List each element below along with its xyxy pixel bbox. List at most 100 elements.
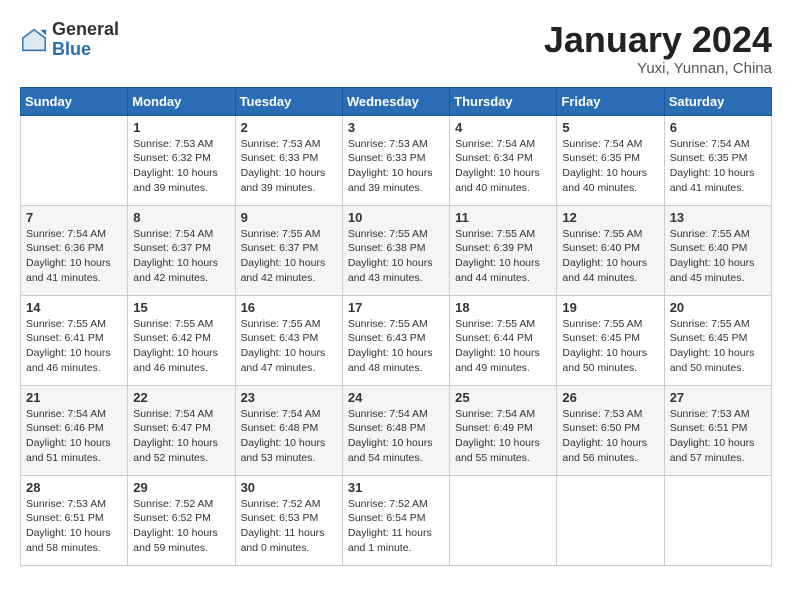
day-info: Sunrise: 7:53 AMSunset: 6:32 PMDaylight:… (133, 137, 229, 196)
day-number: 1 (133, 120, 229, 135)
day-number: 25 (455, 390, 551, 405)
calendar-cell (21, 115, 128, 205)
day-info: Sunrise: 7:53 AMSunset: 6:51 PMDaylight:… (26, 497, 122, 556)
day-info: Sunrise: 7:55 AMSunset: 6:43 PMDaylight:… (241, 317, 337, 376)
day-info: Sunrise: 7:54 AMSunset: 6:34 PMDaylight:… (455, 137, 551, 196)
day-info: Sunrise: 7:54 AMSunset: 6:36 PMDaylight:… (26, 227, 122, 286)
day-number: 14 (26, 300, 122, 315)
day-info: Sunrise: 7:54 AMSunset: 6:49 PMDaylight:… (455, 407, 551, 466)
day-info: Sunrise: 7:54 AMSunset: 6:48 PMDaylight:… (241, 407, 337, 466)
calendar-cell: 3 Sunrise: 7:53 AMSunset: 6:33 PMDaylight… (342, 115, 449, 205)
day-number: 2 (241, 120, 337, 135)
calendar-cell: 27 Sunrise: 7:53 AMSunset: 6:51 PMDayligh… (664, 385, 771, 475)
day-number: 4 (455, 120, 551, 135)
col-header-wednesday: Wednesday (342, 87, 449, 115)
day-number: 22 (133, 390, 229, 405)
calendar-cell: 17 Sunrise: 7:55 AMSunset: 6:43 PMDayligh… (342, 295, 449, 385)
day-info: Sunrise: 7:55 AMSunset: 6:45 PMDaylight:… (562, 317, 658, 376)
day-number: 7 (26, 210, 122, 225)
calendar-cell: 22 Sunrise: 7:54 AMSunset: 6:47 PMDayligh… (128, 385, 235, 475)
calendar-header-row: SundayMondayTuesdayWednesdayThursdayFrid… (21, 87, 772, 115)
day-number: 24 (348, 390, 444, 405)
day-info: Sunrise: 7:54 AMSunset: 6:37 PMDaylight:… (133, 227, 229, 286)
day-number: 26 (562, 390, 658, 405)
calendar-cell: 31 Sunrise: 7:52 AMSunset: 6:54 PMDayligh… (342, 475, 449, 565)
page-header: General Blue January 2024 Yuxi, Yunnan, … (20, 20, 772, 77)
day-number: 3 (348, 120, 444, 135)
calendar-cell: 1 Sunrise: 7:53 AMSunset: 6:32 PMDaylight… (128, 115, 235, 205)
day-number: 10 (348, 210, 444, 225)
calendar-cell: 12 Sunrise: 7:55 AMSunset: 6:40 PMDayligh… (557, 205, 664, 295)
calendar-cell (557, 475, 664, 565)
col-header-sunday: Sunday (21, 87, 128, 115)
calendar-cell: 11Sunrise: 7:55 AMSunset: 6:39 PMDayligh… (450, 205, 557, 295)
day-info: Sunrise: 7:53 AMSunset: 6:33 PMDaylight:… (348, 137, 444, 196)
logo: General Blue (20, 20, 119, 60)
day-number: 27 (670, 390, 766, 405)
day-number: 28 (26, 480, 122, 495)
calendar-cell: 19 Sunrise: 7:55 AMSunset: 6:45 PMDayligh… (557, 295, 664, 385)
day-number: 11 (455, 210, 551, 225)
calendar-week-row: 28 Sunrise: 7:53 AMSunset: 6:51 PMDayligh… (21, 475, 772, 565)
logo-text: General Blue (52, 20, 119, 60)
day-number: 29 (133, 480, 229, 495)
title-block: January 2024 Yuxi, Yunnan, China (544, 20, 772, 77)
calendar-cell: 2Sunrise: 7:53 AMSunset: 6:33 PMDaylight… (235, 115, 342, 205)
day-info: Sunrise: 7:54 AMSunset: 6:35 PMDaylight:… (670, 137, 766, 196)
calendar-cell: 26 Sunrise: 7:53 AMSunset: 6:50 PMDayligh… (557, 385, 664, 475)
calendar-cell: 4 Sunrise: 7:54 AMSunset: 6:34 PMDaylight… (450, 115, 557, 205)
calendar-week-row: 7 Sunrise: 7:54 AMSunset: 6:36 PMDaylight… (21, 205, 772, 295)
calendar-cell: 24Sunrise: 7:54 AMSunset: 6:48 PMDayligh… (342, 385, 449, 475)
logo-blue-text: Blue (52, 40, 119, 60)
logo-general-text: General (52, 20, 119, 40)
day-number: 16 (241, 300, 337, 315)
day-number: 30 (241, 480, 337, 495)
col-header-thursday: Thursday (450, 87, 557, 115)
day-number: 15 (133, 300, 229, 315)
day-number: 21 (26, 390, 122, 405)
day-number: 23 (241, 390, 337, 405)
day-info: Sunrise: 7:55 AMSunset: 6:45 PMDaylight:… (670, 317, 766, 376)
calendar-cell: 23 Sunrise: 7:54 AMSunset: 6:48 PMDayligh… (235, 385, 342, 475)
calendar-week-row: 21 Sunrise: 7:54 AMSunset: 6:46 PMDayligh… (21, 385, 772, 475)
day-info: Sunrise: 7:52 AMSunset: 6:54 PMDaylight:… (348, 497, 444, 556)
day-info: Sunrise: 7:53 AMSunset: 6:50 PMDaylight:… (562, 407, 658, 466)
calendar-cell: 9 Sunrise: 7:55 AMSunset: 6:37 PMDaylight… (235, 205, 342, 295)
day-number: 5 (562, 120, 658, 135)
calendar-cell: 5Sunrise: 7:54 AMSunset: 6:35 PMDaylight… (557, 115, 664, 205)
day-number: 6 (670, 120, 766, 135)
calendar-cell: 29Sunrise: 7:52 AMSunset: 6:52 PMDayligh… (128, 475, 235, 565)
day-number: 12 (562, 210, 658, 225)
day-number: 31 (348, 480, 444, 495)
location: Yuxi, Yunnan, China (544, 60, 772, 77)
col-header-saturday: Saturday (664, 87, 771, 115)
calendar-table: SundayMondayTuesdayWednesdayThursdayFrid… (20, 87, 772, 566)
day-info: Sunrise: 7:55 AMSunset: 6:43 PMDaylight:… (348, 317, 444, 376)
col-header-friday: Friday (557, 87, 664, 115)
calendar-cell: 7 Sunrise: 7:54 AMSunset: 6:36 PMDaylight… (21, 205, 128, 295)
day-info: Sunrise: 7:55 AMSunset: 6:40 PMDaylight:… (562, 227, 658, 286)
calendar-cell: 16 Sunrise: 7:55 AMSunset: 6:43 PMDayligh… (235, 295, 342, 385)
day-info: Sunrise: 7:55 AMSunset: 6:37 PMDaylight:… (241, 227, 337, 286)
day-number: 9 (241, 210, 337, 225)
calendar-week-row: 14 Sunrise: 7:55 AMSunset: 6:41 PMDayligh… (21, 295, 772, 385)
day-info: Sunrise: 7:54 AMSunset: 6:47 PMDaylight:… (133, 407, 229, 466)
day-number: 13 (670, 210, 766, 225)
col-header-monday: Monday (128, 87, 235, 115)
calendar-week-row: 1 Sunrise: 7:53 AMSunset: 6:32 PMDaylight… (21, 115, 772, 205)
day-info: Sunrise: 7:55 AMSunset: 6:40 PMDaylight:… (670, 227, 766, 286)
calendar-cell: 30Sunrise: 7:52 AMSunset: 6:53 PMDayligh… (235, 475, 342, 565)
calendar-cell: 21 Sunrise: 7:54 AMSunset: 6:46 PMDayligh… (21, 385, 128, 475)
calendar-cell: 28 Sunrise: 7:53 AMSunset: 6:51 PMDayligh… (21, 475, 128, 565)
day-info: Sunrise: 7:53 AMSunset: 6:51 PMDaylight:… (670, 407, 766, 466)
day-number: 20 (670, 300, 766, 315)
calendar-cell: 8Sunrise: 7:54 AMSunset: 6:37 PMDaylight… (128, 205, 235, 295)
logo-icon (20, 26, 48, 54)
day-info: Sunrise: 7:55 AMSunset: 6:41 PMDaylight:… (26, 317, 122, 376)
calendar-body: 1 Sunrise: 7:53 AMSunset: 6:32 PMDaylight… (21, 115, 772, 565)
calendar-cell: 20 Sunrise: 7:55 AMSunset: 6:45 PMDayligh… (664, 295, 771, 385)
day-number: 17 (348, 300, 444, 315)
day-info: Sunrise: 7:54 AMSunset: 6:46 PMDaylight:… (26, 407, 122, 466)
day-info: Sunrise: 7:55 AMSunset: 6:44 PMDaylight:… (455, 317, 551, 376)
day-number: 19 (562, 300, 658, 315)
